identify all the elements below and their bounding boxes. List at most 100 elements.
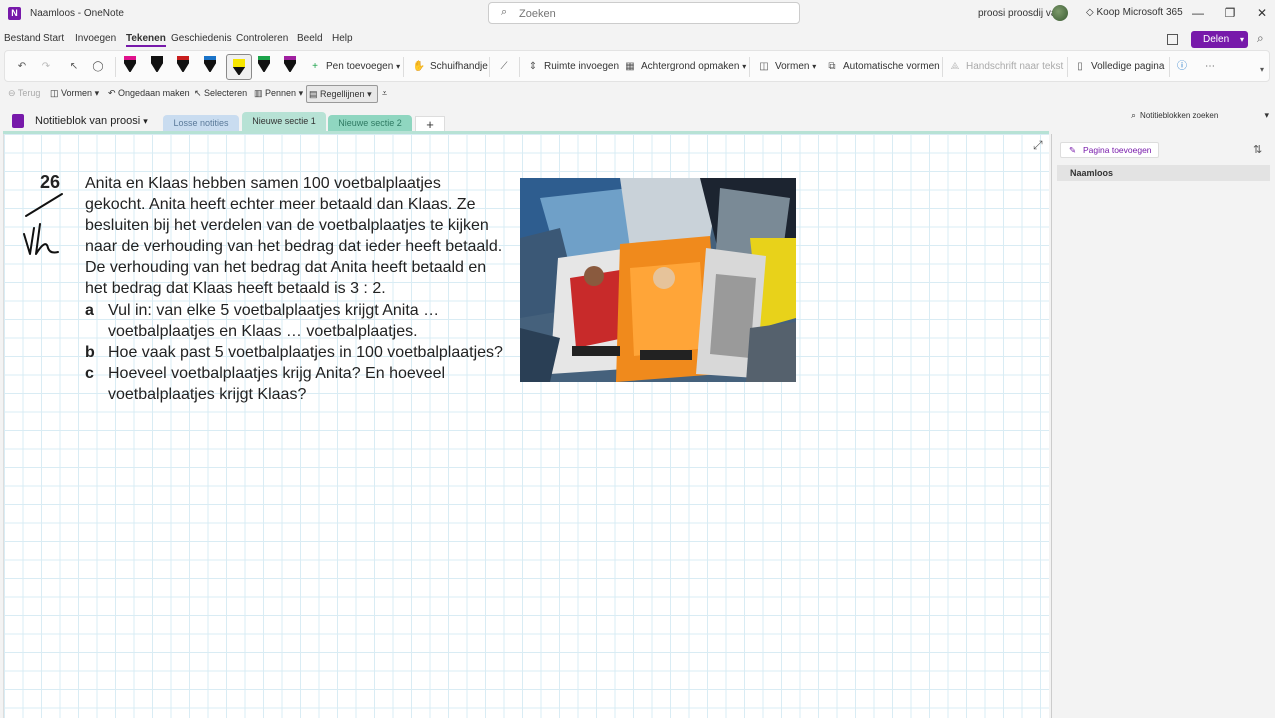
more-options-button[interactable]: ⋯ <box>1203 57 1221 77</box>
divider <box>115 57 116 77</box>
customize-toolbar-button[interactable]: ⩡ <box>382 88 387 99</box>
close-button[interactable]: ✕ <box>1250 4 1274 22</box>
lasso-tool-button[interactable]: ◯ <box>91 57 109 77</box>
menu-invoegen[interactable]: Invoegen <box>75 33 116 44</box>
chevron-down-icon: ▾ <box>143 116 148 126</box>
menu-help[interactable]: Help <box>332 33 353 44</box>
minimize-button[interactable]: — <box>1186 4 1210 22</box>
chevron-down-icon: ▾ <box>396 62 401 71</box>
chevron-down-icon: ▾ <box>742 62 747 71</box>
pens-menu-button[interactable]: ▥ Pennen ▾ <box>254 88 303 99</box>
help-icon: ⓘ <box>1177 61 1187 72</box>
pen-4[interactable] <box>200 54 220 80</box>
lasso-icon: ◯ <box>92 61 104 72</box>
question-part-c[interactable]: c Hoeveel voetbalplaatjes krijg Anita? E… <box>85 363 505 405</box>
pen-2[interactable] <box>147 54 167 80</box>
chevron-down-icon: ▾ <box>1239 35 1244 44</box>
question-part-a[interactable]: a Vul in: van elke 5 voetbalplaatjes kri… <box>85 300 505 342</box>
auto-shapes-button[interactable]: ⧉ Automatische vormen <box>825 57 939 77</box>
highlighter-yellow[interactable] <box>226 54 252 80</box>
divider <box>942 57 943 77</box>
insert-space-icon: ⇕ <box>528 61 538 72</box>
notebook-selector[interactable]: Notitieblok van proosi ▾ <box>35 115 148 127</box>
select-tool-button[interactable]: ↖ <box>67 57 85 77</box>
ribbon-collapse-button[interactable]: ▾ <box>1255 60 1273 80</box>
shapes-button[interactable]: ◫ Vormen ▾ <box>757 57 816 77</box>
select-button[interactable]: ↖ Selecteren <box>194 88 247 99</box>
menu-tekenen[interactable]: Tekenen <box>126 33 166 47</box>
insert-space-button[interactable]: ⇕ Ruimte invoegen <box>526 57 619 77</box>
undo-text-button[interactable]: ↶ Ongedaan maken <box>108 88 190 99</box>
restore-button[interactable]: ❐ <box>1218 4 1242 22</box>
add-pen-button[interactable]: + Pen toevoegen ▾ <box>308 57 400 77</box>
chevron-down-icon: ▾ <box>94 88 100 98</box>
undo-button[interactable]: ↶ <box>15 57 33 77</box>
divider <box>403 57 404 77</box>
page-item[interactable]: Naamloos <box>1057 165 1270 181</box>
part-text: Hoeveel voetbalplaatjes krijg Anita? En … <box>108 365 446 403</box>
avatar[interactable] <box>1052 5 1068 21</box>
add-page-button[interactable]: ✎ Pagina toevoegen <box>1060 142 1159 158</box>
comments-icon[interactable]: ⌕ <box>1257 31 1264 46</box>
ruler-icon: ⟋ <box>500 61 508 72</box>
hand-icon: ✋ <box>412 61 426 72</box>
share-button[interactable]: Delen ▾ <box>1191 31 1248 48</box>
divider <box>1169 57 1170 77</box>
full-page-button[interactable]: ▯ Volledige pagina <box>1073 57 1164 77</box>
sort-icon[interactable]: ⇅ <box>1253 143 1262 156</box>
question-part-b[interactable]: b Hoe vaak past 5 voetbalplaatjes in 100… <box>85 342 505 363</box>
help-button[interactable]: ⓘ <box>1175 57 1193 77</box>
pen-color-band <box>177 56 189 60</box>
notebook-icon[interactable] <box>1167 34 1178 45</box>
part-text: Vul in: van elke 5 voetbalplaatjes krijg… <box>108 302 440 340</box>
hand-tool-button[interactable]: ✋ Schuifhandje <box>412 57 488 77</box>
part-text: Hoe vaak past 5 voetbalplaatjes in 100 v… <box>108 344 503 361</box>
undo-icon: ↶ <box>17 61 27 72</box>
back-button[interactable]: ⊖ Terug <box>8 88 40 99</box>
pen-3[interactable] <box>173 54 193 80</box>
user-name[interactable]: proosi proosdij van <box>978 8 1062 19</box>
rule-lines-icon: ▤ <box>309 89 321 99</box>
buy-microsoft-365-button[interactable]: ◇ Koop Microsoft 365 <box>1086 7 1183 18</box>
pen-color-band <box>204 56 216 60</box>
menu-controleren[interactable]: Controleren <box>236 33 288 44</box>
divider <box>489 57 490 77</box>
menu-bestand[interactable]: Bestand <box>4 33 41 44</box>
ink-to-text-icon: ⟁ <box>950 61 960 72</box>
shapes-menu-button[interactable]: ◫ Vormen ▾ <box>50 88 99 99</box>
pen-color-band <box>124 56 136 60</box>
draw-ribbon: ↶ ↷ ↖ ◯ + Pen toevoegen ▾ ✋ Schuifhandje ⟋… <box>4 50 1270 82</box>
cursor-icon: ↖ <box>69 61 79 72</box>
add-page-icon: ✎ <box>1069 145 1077 155</box>
question-intro[interactable]: Anita en Klaas hebben samen 100 voetbalp… <box>85 173 505 299</box>
notebook-search[interactable]: ⌕ Notitieblokken zoeken ▾ <box>1131 110 1271 126</box>
search-input[interactable] <box>519 6 789 21</box>
question-parts[interactable]: a Vul in: van elke 5 voetbalplaatjes kri… <box>85 300 505 405</box>
menu-start[interactable]: Start <box>43 33 64 44</box>
back-icon: ⊖ <box>8 88 18 98</box>
chevron-down-icon: ▾ <box>1259 65 1264 74</box>
search-icon: ⌕ <box>1131 110 1137 120</box>
expand-icon[interactable]: ⤢ <box>1033 138 1043 153</box>
format-background-button[interactable]: ▦ Achtergrond opmaken ▾ <box>623 57 746 77</box>
ink-to-text-button[interactable]: ⟁ Handschrift naar tekst <box>948 57 1064 77</box>
menu-geschiedenis[interactable]: Geschiedenis <box>171 33 232 44</box>
part-letter: a <box>85 302 94 319</box>
diamond-icon: ◇ <box>1086 7 1097 18</box>
divider <box>749 57 750 77</box>
search-box[interactable]: ⌕ <box>488 2 800 24</box>
pen-color-band <box>258 56 270 60</box>
menu-beeld[interactable]: Beeld <box>297 33 323 44</box>
pen-6[interactable] <box>254 54 274 80</box>
ruler-button[interactable]: ⟋ <box>497 57 515 77</box>
shapes-icon: ◫ <box>759 61 769 72</box>
customize-icon: ⩡ <box>382 88 388 98</box>
pen-1[interactable] <box>120 54 140 80</box>
grid-icon: ▦ <box>625 61 635 72</box>
redo-button[interactable]: ↷ <box>39 57 57 77</box>
part-letter: b <box>85 344 95 361</box>
search-icon: ⌕ <box>501 6 508 18</box>
rule-lines-button[interactable]: ▤ Regellijnen ▾ <box>306 85 378 103</box>
football-cards-photo[interactable] <box>520 178 796 382</box>
pen-7[interactable] <box>280 54 300 80</box>
